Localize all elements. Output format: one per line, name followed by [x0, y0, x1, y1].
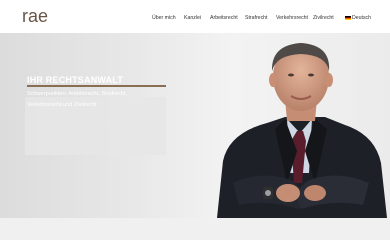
nav-item-strafrecht[interactable]: Strafrecht: [245, 15, 268, 21]
nav-item-zivilrecht[interactable]: Zivilrecht: [313, 15, 334, 21]
nav-item-arbeitsrecht[interactable]: Arbeitsrecht: [210, 15, 238, 21]
content-section-top: [0, 218, 390, 240]
lawyer-portrait-image: [217, 43, 387, 218]
nav-item-verkehrsrecht[interactable]: Verkehrsrecht: [276, 15, 308, 21]
hero-title: IHR RECHTSANWALT: [27, 75, 124, 85]
language-label: Deutsch: [352, 15, 372, 21]
hero-description-line-1: Schwerpunkten: Arbeitsrecht, Strafrecht,: [27, 91, 128, 97]
german-flag-icon: [345, 15, 351, 20]
hero-description-line-2: Verkehrsrecht und Zivilrecht: [27, 102, 97, 108]
language-switcher[interactable]: Deutsch: [345, 15, 371, 21]
hero-divider: [27, 85, 166, 87]
main-navigation: Über mich Kanzlei Arbeitsrecht Strafrech…: [0, 0, 390, 33]
nav-item-ueber-mich[interactable]: Über mich: [152, 15, 176, 21]
site-header: rae Über mich Kanzlei Arbeitsrecht Straf…: [0, 0, 390, 33]
nav-item-kanzlei[interactable]: Kanzlei: [184, 15, 201, 21]
hero-section: [0, 33, 390, 218]
